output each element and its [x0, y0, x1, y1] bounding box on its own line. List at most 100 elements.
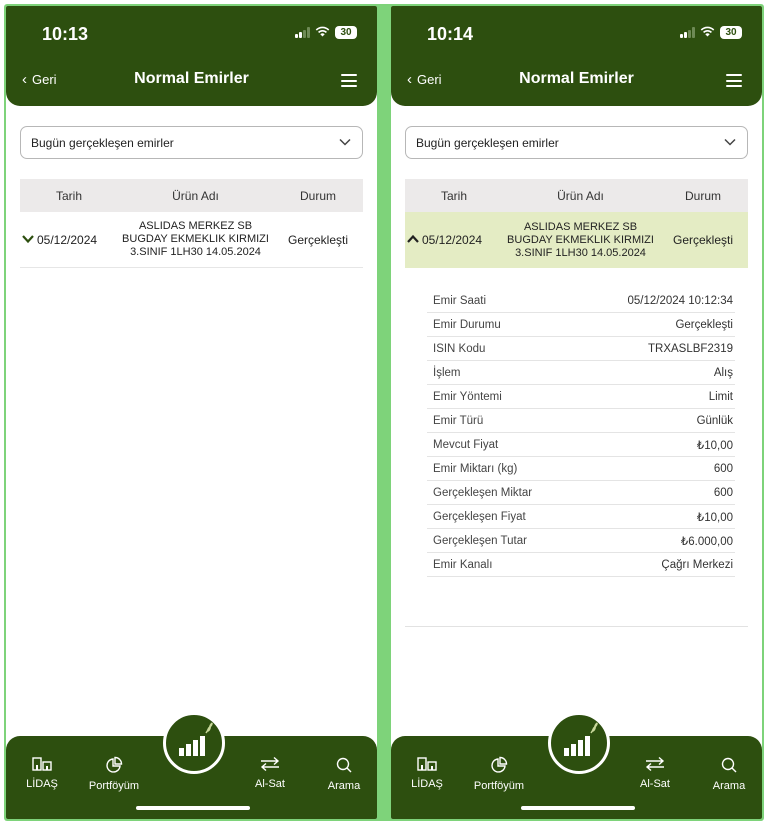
hamburger-menu-icon[interactable] [726, 74, 742, 87]
table-row[interactable]: 05/12/2024 ASLIDAS MERKEZ SB BUGDAY EKME… [20, 212, 363, 268]
wheat-logo-icon [564, 722, 598, 756]
order-status: Gerçekleşti [672, 233, 734, 247]
order-filter-select[interactable]: Bugün gerçekleşen emirler [20, 126, 363, 159]
detail-value: Alış [713, 366, 733, 379]
detail-row: Emir Miktarı (kg) 600 [427, 457, 735, 481]
screenshot-frame: 10:13 30 ‹ Geri Normal Emirler Bugün ger… [4, 4, 764, 821]
signal-icon [295, 27, 310, 38]
tab-label: Portföyüm [88, 780, 140, 792]
column-header-status: Durum [299, 188, 336, 203]
status-time: 10:13 [42, 24, 89, 44]
tab-label: Al-Sat [640, 778, 670, 790]
detail-label: Gerçekleşen Fiyat [433, 510, 526, 523]
signal-icon [680, 27, 695, 38]
chevron-down-icon[interactable] [22, 233, 34, 247]
detail-label: Emir Durumu [433, 318, 501, 331]
tab-portfolio[interactable]: Portföyüm [467, 756, 531, 792]
status-icons: 30 [680, 26, 742, 39]
detail-label: Emir Kanalı [433, 558, 493, 571]
chevron-up-icon[interactable] [407, 233, 419, 247]
chevron-down-icon [338, 135, 352, 152]
home-logo-button[interactable] [548, 712, 610, 774]
detail-value: 600 [713, 462, 733, 475]
detail-label: İşlem [433, 366, 461, 379]
order-product: ASLIDAS MERKEZ SB BUGDAY EKMEKLIK KIRMIZ… [507, 220, 654, 259]
tab-label: Portföyüm [473, 780, 525, 792]
chevron-down-icon [723, 135, 737, 152]
column-header-product: Ürün Adı [172, 188, 219, 203]
home-logo-button[interactable] [163, 712, 225, 774]
orders-table-header: Tarih Ürün Adı Durum [20, 179, 363, 212]
phone-screen-collapsed: 10:13 30 ‹ Geri Normal Emirler Bugün ger… [6, 6, 377, 819]
detail-divider [405, 626, 748, 627]
detail-label: Mevcut Fiyat [433, 438, 499, 451]
tab-portfolio[interactable]: Portföyüm [82, 756, 146, 792]
detail-value: 600 [713, 486, 733, 499]
page-title: Normal Emirler [134, 70, 249, 87]
search-icon [721, 757, 737, 773]
detail-row: Emir Kanalı Çağrı Merkezi [427, 553, 735, 577]
filter-value: Bugün gerçekleşen emirler [416, 135, 559, 150]
building-icon [417, 757, 437, 771]
column-header-date: Tarih [55, 188, 82, 203]
detail-label: ISIN Kodu [433, 342, 486, 355]
tab-search[interactable]: Arama [697, 756, 761, 792]
home-indicator [136, 806, 250, 810]
detail-value: Çağrı Merkezi [661, 558, 733, 571]
home-indicator [521, 806, 635, 810]
tab-label: LİDAŞ [26, 778, 58, 790]
detail-value: ₺10,00 [696, 439, 733, 452]
app-header: 10:13 30 ‹ Geri Normal Emirler [6, 6, 377, 106]
battery-icon: 30 [720, 26, 742, 39]
page-title: Normal Emirler [519, 70, 634, 87]
row-date-cell: 05/12/2024 [20, 233, 118, 247]
swap-arrows-icon [260, 756, 280, 772]
pie-chart-icon [106, 756, 123, 773]
detail-value: Limit [708, 390, 733, 403]
detail-value: Günlük [696, 414, 733, 427]
tab-label: Al-Sat [255, 778, 285, 790]
detail-label: Gerçekleşen Tutar [433, 534, 527, 547]
tab-search[interactable]: Arama [312, 756, 376, 792]
detail-label: Gerçekleşen Miktar [433, 486, 533, 499]
status-time: 10:14 [427, 24, 474, 44]
detail-value: ₺10,00 [696, 511, 733, 524]
detail-value: ₺6.000,00 [680, 535, 733, 548]
column-header-product: Ürün Adı [557, 188, 604, 203]
order-date: 05/12/2024 [422, 233, 483, 247]
wifi-icon [315, 26, 330, 39]
tab-buy-sell[interactable]: Al-Sat [238, 756, 302, 790]
filter-value: Bugün gerçekleşen emirler [31, 135, 174, 150]
detail-row: ISIN Kodu TRXASLBF2319 [427, 337, 735, 361]
tab-buy-sell[interactable]: Al-Sat [623, 756, 687, 790]
battery-icon: 30 [335, 26, 357, 39]
row-date-cell: 05/12/2024 [405, 233, 503, 247]
wifi-icon [700, 26, 715, 39]
tab-label: Arama [712, 780, 746, 792]
order-status: Gerçekleşti [287, 232, 349, 247]
search-icon [336, 757, 352, 773]
pie-chart-icon [491, 756, 508, 773]
status-icons: 30 [295, 26, 357, 39]
table-row-expanded[interactable]: 05/12/2024 ASLIDAS MERKEZ SB BUGDAY EKME… [405, 212, 748, 268]
detail-row: Emir Yöntemi Limit [427, 385, 735, 409]
detail-row: Emir Durumu Gerçekleşti [427, 313, 735, 337]
hamburger-menu-icon[interactable] [341, 74, 357, 87]
column-header-status: Durum [684, 188, 721, 203]
order-date: 05/12/2024 [37, 232, 98, 247]
detail-value: Gerçekleşti [675, 318, 733, 331]
detail-row: Gerçekleşen Miktar 600 [427, 481, 735, 505]
detail-row: Mevcut Fiyat ₺10,00 [427, 433, 735, 457]
tab-lidas[interactable]: LİDAŞ [395, 756, 459, 790]
tab-lidas[interactable]: LİDAŞ [10, 756, 74, 790]
detail-row: Emir Türü Günlük [427, 409, 735, 433]
detail-label: Emir Miktarı (kg) [433, 462, 518, 475]
order-detail-list: Emir Saati 05/12/2024 10:12:34 Emir Durumu… [427, 289, 735, 577]
detail-row: Gerçekleşen Fiyat ₺10,00 [427, 505, 735, 529]
detail-label: Emir Türü [433, 414, 484, 427]
order-filter-select[interactable]: Bugün gerçekleşen emirler [405, 126, 748, 159]
detail-row: Emir Saati 05/12/2024 10:12:34 [427, 289, 735, 313]
wheat-logo-icon [179, 722, 213, 756]
orders-table-header: Tarih Ürün Adı Durum [405, 179, 748, 212]
tab-label: Arama [327, 780, 361, 792]
